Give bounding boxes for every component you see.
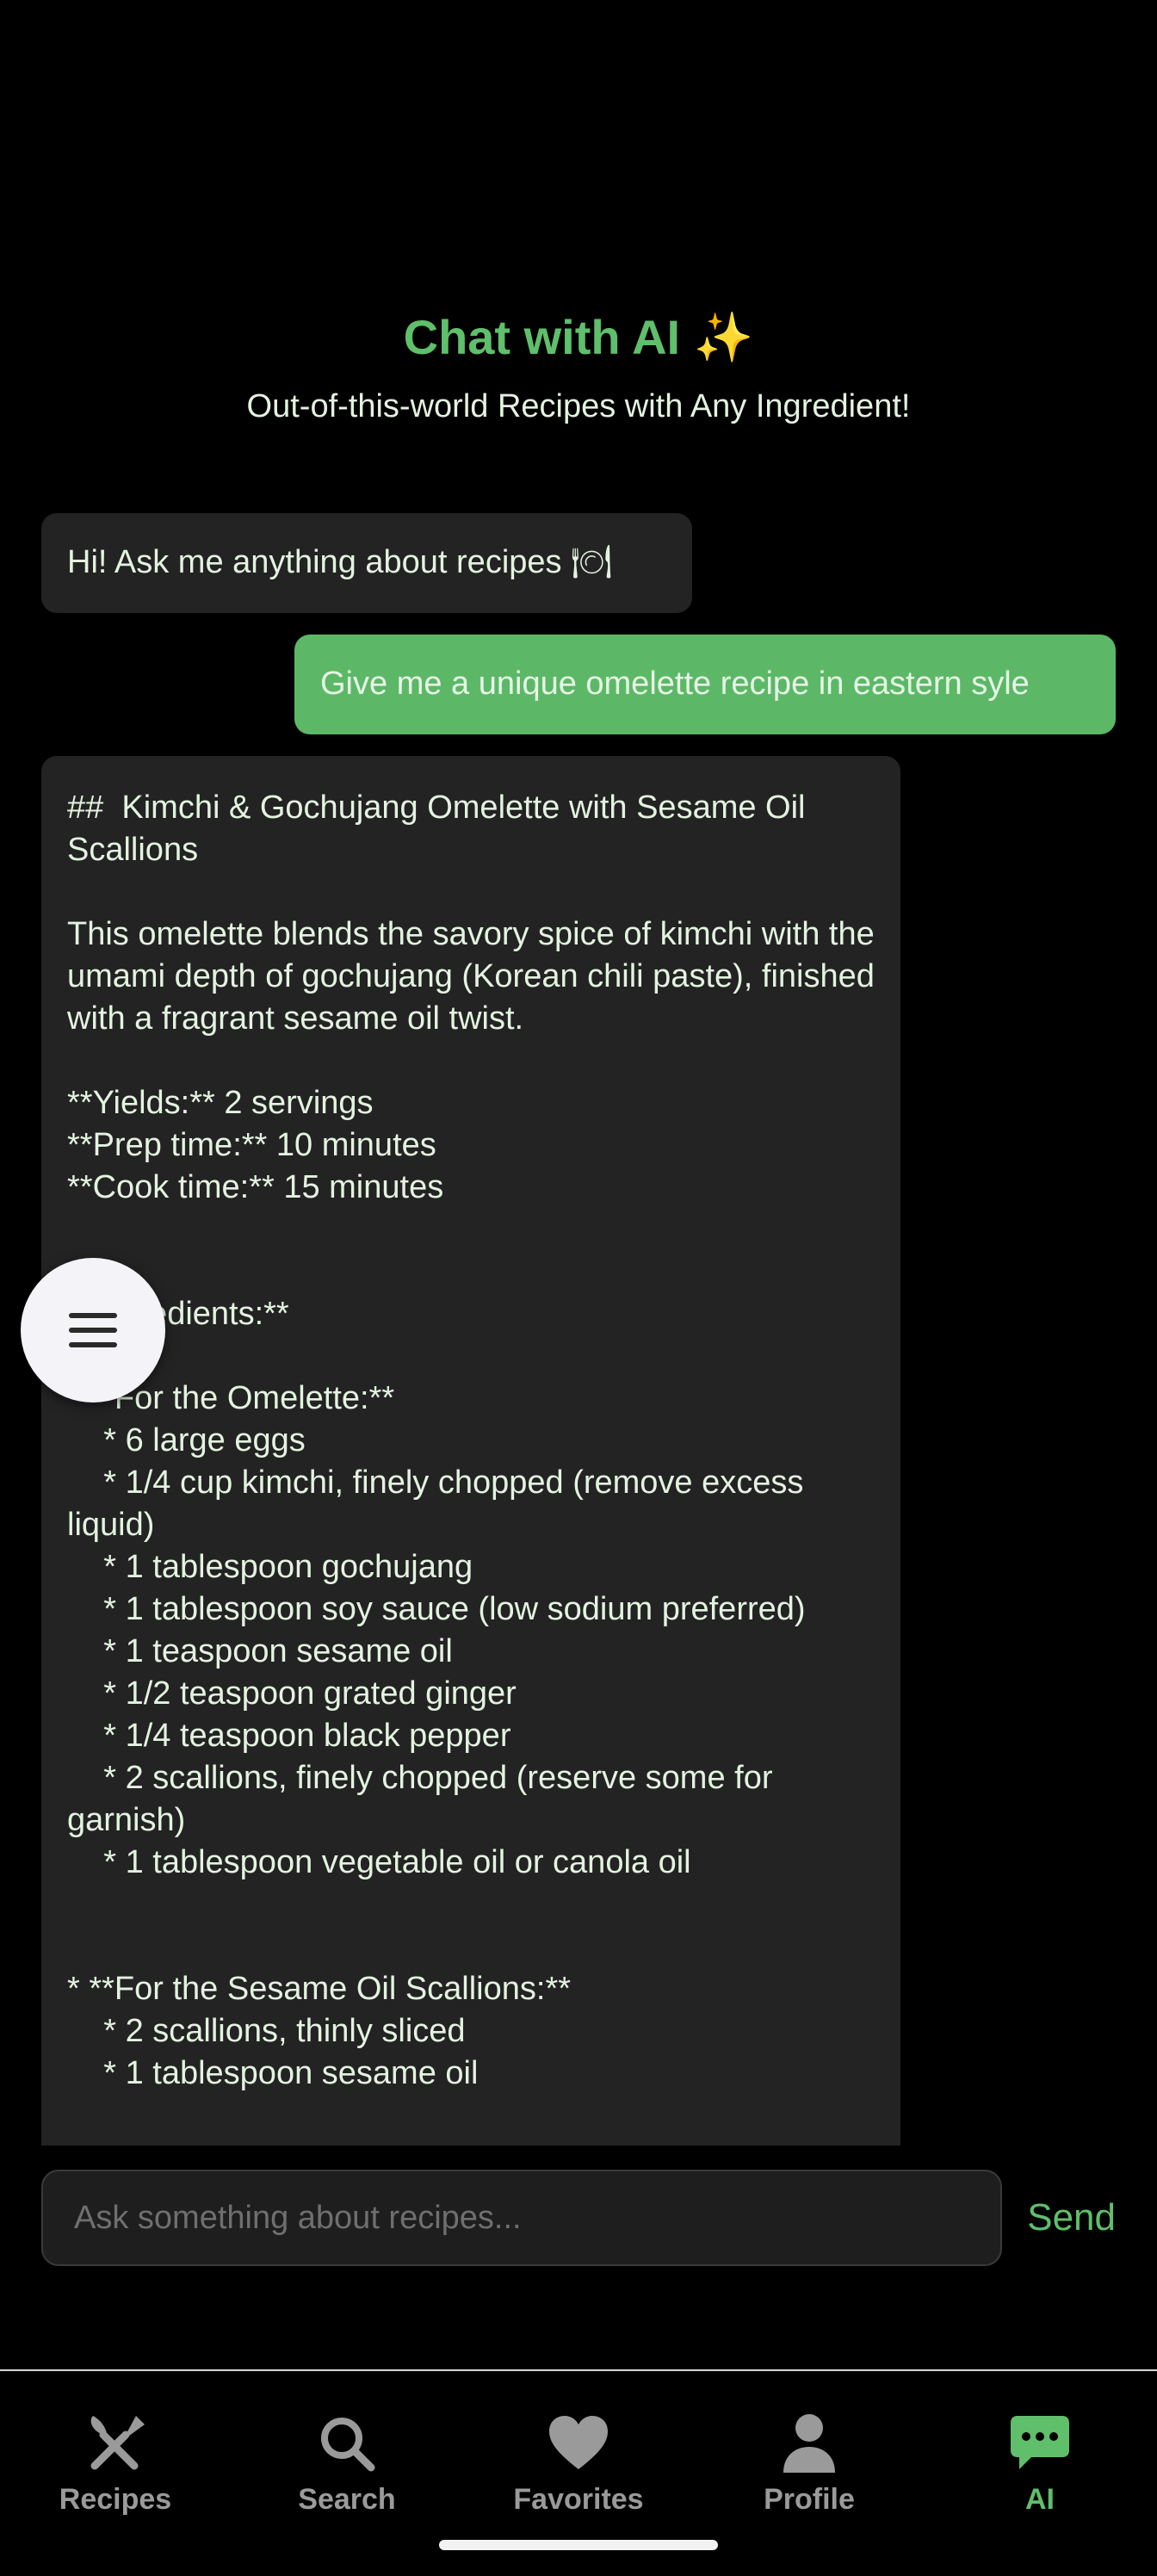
greeting-text: Hi! Ask me anything about recipes 🍽 [67, 544, 613, 580]
send-button[interactable]: Send [1027, 2170, 1116, 2266]
app-screen: Chat with AI ✨ Out-of-this-world Recipes… [0, 0, 1157, 2576]
user-message: Give me a unique omelette recipe in east… [294, 635, 1116, 734]
user-message-text: Give me a unique omelette recipe in east… [320, 666, 1030, 702]
message-input[interactable] [41, 2170, 1002, 2266]
page-subtitle: Out-of-this-world Recipes with Any Ingre… [246, 388, 911, 424]
person-icon [783, 2414, 835, 2473]
menu-fab-button[interactable] [21, 1258, 165, 1403]
message-composer: Send [41, 2170, 1116, 2266]
heart-icon [549, 2416, 608, 2469]
menu-icon [69, 1313, 117, 1347]
nav-item-ai[interactable]: AI [954, 2409, 1126, 2517]
chat-messages[interactable]: Hi! Ask me anything about recipes 🍽 Give… [41, 513, 1116, 2146]
nav-label-profile: Profile [764, 2483, 855, 2516]
search-icon [321, 2418, 375, 2472]
nav-label-favorites: Favorites [513, 2483, 644, 2516]
nav-label-recipes: Recipes [59, 2483, 172, 2516]
nav-item-recipes[interactable]: Recipes [29, 2409, 201, 2517]
recipe-text: ## Kimchi & Gochujang Omelette with Sesa… [67, 790, 875, 2091]
nav-item-favorites[interactable]: Favorites [492, 2409, 665, 2517]
nav-label-ai: AI [1025, 2483, 1055, 2516]
fork-knife-icon [90, 2416, 145, 2470]
nav-item-search[interactable]: Search [261, 2409, 433, 2517]
home-indicator[interactable] [439, 2540, 718, 2550]
nav-item-profile[interactable]: Profile [723, 2409, 895, 2517]
bot-recipe-message: ## Kimchi & Gochujang Omelette with Sesa… [41, 756, 900, 2146]
chat-header: Chat with AI ✨ Out-of-this-world Recipes… [0, 301, 1157, 429]
chat-icon [1011, 2416, 1069, 2469]
nav-label-search: Search [298, 2483, 396, 2516]
page-title: Chat with AI ✨ [403, 310, 754, 364]
bot-greeting-message: Hi! Ask me anything about recipes 🍽 [41, 513, 692, 613]
